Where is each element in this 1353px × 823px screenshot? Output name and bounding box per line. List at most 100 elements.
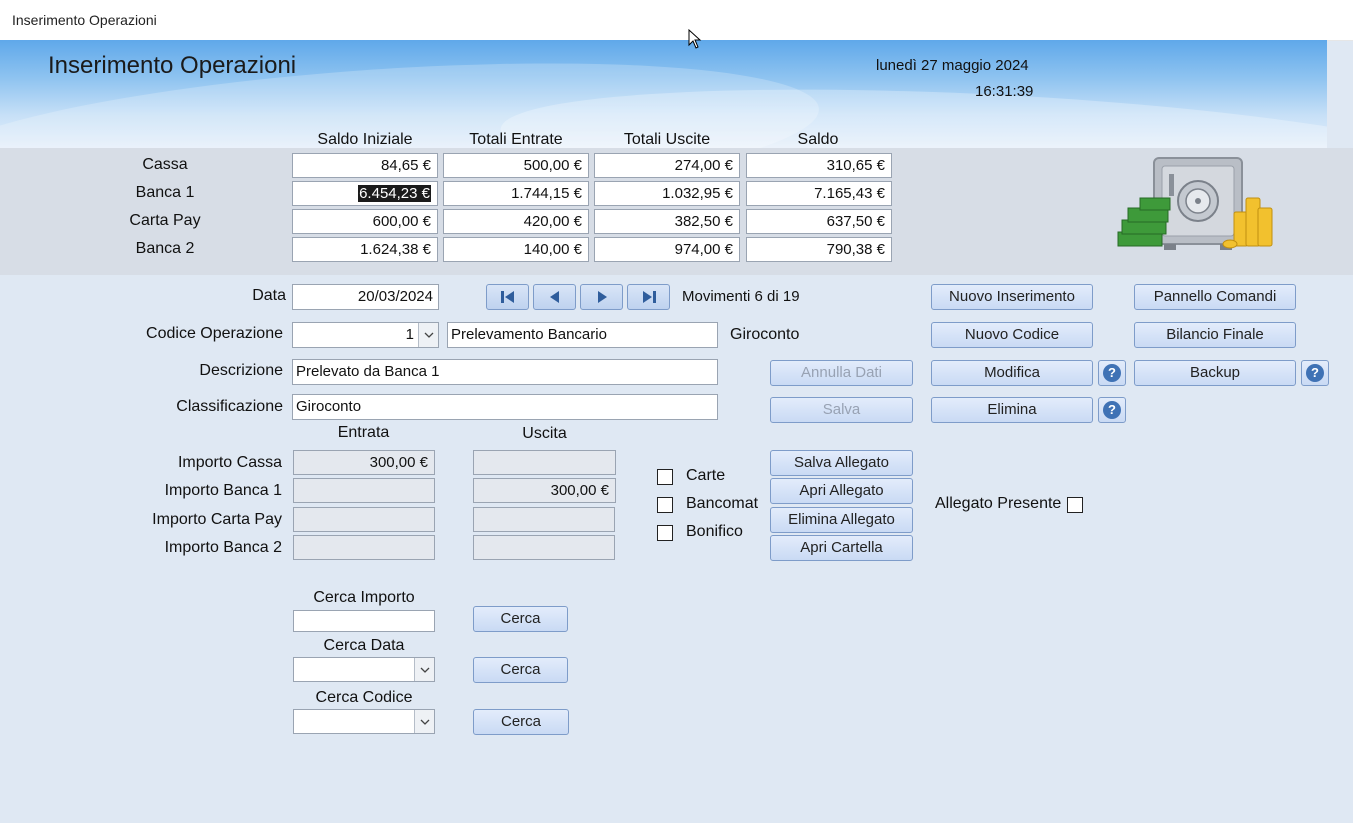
descrizione-field[interactable]: Prelevato da Banca 1 — [292, 359, 718, 385]
importo-cartapay-uscita[interactable] — [473, 507, 615, 532]
entrata-heading: Entrata — [337, 424, 390, 441]
apri-cartella-button[interactable]: Apri Cartella — [770, 535, 913, 561]
next-record-button[interactable] — [580, 284, 623, 310]
bancomat-checkbox[interactable] — [657, 497, 673, 513]
nuovo-inserimento-button[interactable]: Nuovo Inserimento — [931, 284, 1093, 310]
apri-allegato-button[interactable]: Apri Allegato — [770, 478, 913, 504]
last-record-button[interactable] — [627, 284, 670, 310]
data-label: Data — [252, 287, 286, 304]
importo-banca2-uscita[interactable] — [473, 535, 615, 560]
window-title: Inserimento Operazioni — [12, 12, 157, 28]
cartapay-totali-entrate[interactable]: 420,00 € — [443, 209, 589, 234]
col-saldo-iniziale: Saldo Iniziale — [317, 131, 413, 148]
codice-descrizione-field[interactable]: Prelevamento Bancario — [447, 322, 718, 348]
window-titlebar: Inserimento Operazioni — [0, 0, 1353, 41]
row-label-banca1: Banca 1 — [135, 184, 195, 201]
banca1-totali-uscite[interactable]: 1.032,95 € — [594, 181, 740, 206]
importo-banca1-uscita[interactable]: 300,00 € — [473, 478, 616, 503]
importo-banca1-label: Importo Banca 1 — [164, 482, 282, 499]
chevron-down-icon[interactable] — [414, 658, 434, 681]
current-date: lunedì 27 maggio 2024 — [876, 57, 1029, 74]
allegato-presente-label: Allegato Presente — [935, 495, 1062, 512]
first-record-icon — [500, 291, 514, 303]
banca2-totali-entrate[interactable]: 140,00 € — [443, 237, 589, 262]
col-totali-entrate: Totali Entrate — [469, 131, 563, 148]
modifica-help-button[interactable]: ? — [1098, 360, 1126, 386]
cassa-saldo[interactable]: 310,65 € — [746, 153, 892, 178]
codice-operazione-combo[interactable]: 1 — [292, 322, 439, 348]
cerca-codice-button[interactable]: Cerca — [473, 709, 569, 735]
pannello-comandi-button[interactable]: Pannello Comandi — [1134, 284, 1296, 310]
banca2-saldo-iniziale[interactable]: 1.624,38 € — [292, 237, 438, 262]
importo-banca1-entrata[interactable] — [293, 478, 435, 503]
record-counter: Movimenti 6 di 19 — [682, 288, 800, 305]
cassa-totali-entrate[interactable]: 500,00 € — [443, 153, 589, 178]
cartapay-totali-uscite[interactable]: 382,50 € — [594, 209, 740, 234]
cerca-importo-label: Cerca Importo — [313, 589, 415, 606]
first-record-button[interactable] — [486, 284, 529, 310]
page-title: Inserimento Operazioni — [48, 52, 297, 79]
cassa-totali-uscite[interactable]: 274,00 € — [594, 153, 740, 178]
data-field[interactable]: 20/03/2024 — [292, 284, 439, 310]
help-icon: ? — [1103, 364, 1121, 382]
modifica-button[interactable]: Modifica — [931, 360, 1093, 386]
safe-money-icon — [1117, 157, 1273, 250]
classificazione-label: Classificazione — [176, 398, 283, 415]
cartapay-saldo-iniziale[interactable]: 600,00 € — [292, 209, 438, 234]
carte-label: Carte — [686, 467, 726, 484]
banca1-totali-entrate[interactable]: 1.744,15 € — [443, 181, 589, 206]
backup-help-button[interactable]: ? — [1301, 360, 1329, 386]
banca1-saldo[interactable]: 7.165,43 € — [746, 181, 892, 206]
cerca-importo-input[interactable] — [293, 610, 435, 632]
elimina-help-button[interactable]: ? — [1098, 397, 1126, 423]
backup-button[interactable]: Backup — [1134, 360, 1296, 386]
cerca-data-label: Cerca Data — [323, 637, 405, 654]
importo-banca2-label: Importo Banca 2 — [164, 539, 282, 556]
elimina-button[interactable]: Elimina — [931, 397, 1093, 423]
mouse-cursor-icon — [688, 29, 702, 49]
cerca-data-combo[interactable] — [293, 657, 435, 682]
current-time: 16:31:39 — [975, 83, 1034, 100]
banca2-saldo[interactable]: 790,38 € — [746, 237, 892, 262]
col-totali-uscite: Totali Uscite — [623, 131, 711, 148]
cartapay-saldo[interactable]: 637,50 € — [746, 209, 892, 234]
importo-cartapay-label: Importo Carta Pay — [152, 511, 282, 528]
cerca-data-button[interactable]: Cerca — [473, 657, 568, 683]
importo-cassa-label: Importo Cassa — [177, 454, 282, 471]
cerca-codice-label: Cerca Codice — [315, 689, 413, 706]
help-icon: ? — [1103, 401, 1121, 419]
importo-banca2-entrata[interactable] — [293, 535, 435, 560]
chevron-down-icon[interactable] — [418, 323, 438, 347]
annulla-dati-button[interactable]: Annulla Dati — [770, 360, 913, 386]
classificazione-field[interactable]: Giroconto — [292, 394, 718, 420]
salva-button[interactable]: Salva — [770, 397, 913, 423]
allegato-presente-checkbox[interactable] — [1067, 497, 1083, 513]
prev-record-button[interactable] — [533, 284, 576, 310]
carte-checkbox[interactable] — [657, 469, 673, 485]
cerca-importo-button[interactable]: Cerca — [473, 606, 568, 632]
banca2-totali-uscite[interactable]: 974,00 € — [594, 237, 740, 262]
cassa-saldo-iniziale[interactable]: 84,65 € — [292, 153, 438, 178]
cerca-codice-combo[interactable] — [293, 709, 435, 734]
row-label-carta-pay: Carta Pay — [129, 212, 201, 229]
banca1-saldo-iniziale[interactable]: 6.454,23 € — [292, 181, 438, 206]
bonifico-label: Bonifico — [686, 523, 743, 540]
row-label-banca2: Banca 2 — [135, 240, 195, 257]
importo-cassa-entrata[interactable]: 300,00 € — [293, 450, 435, 475]
salva-allegato-button[interactable]: Salva Allegato — [770, 450, 913, 476]
bonifico-checkbox[interactable] — [657, 525, 673, 541]
importo-cassa-uscita[interactable] — [473, 450, 616, 475]
col-saldo: Saldo — [797, 131, 839, 148]
elimina-allegato-button[interactable]: Elimina Allegato — [770, 507, 913, 533]
codice-operazione-label: Codice Operazione — [146, 325, 283, 342]
nuovo-codice-button[interactable]: Nuovo Codice — [931, 322, 1093, 348]
uscita-heading: Uscita — [522, 425, 567, 442]
importo-cartapay-entrata[interactable] — [293, 507, 435, 532]
bilancio-finale-button[interactable]: Bilancio Finale — [1134, 322, 1296, 348]
chevron-down-icon[interactable] — [414, 710, 434, 733]
help-icon: ? — [1306, 364, 1324, 382]
prev-record-icon — [549, 291, 559, 303]
bancomat-label: Bancomat — [686, 495, 759, 512]
row-label-cassa: Cassa — [142, 156, 188, 173]
descrizione-label: Descrizione — [199, 362, 283, 379]
